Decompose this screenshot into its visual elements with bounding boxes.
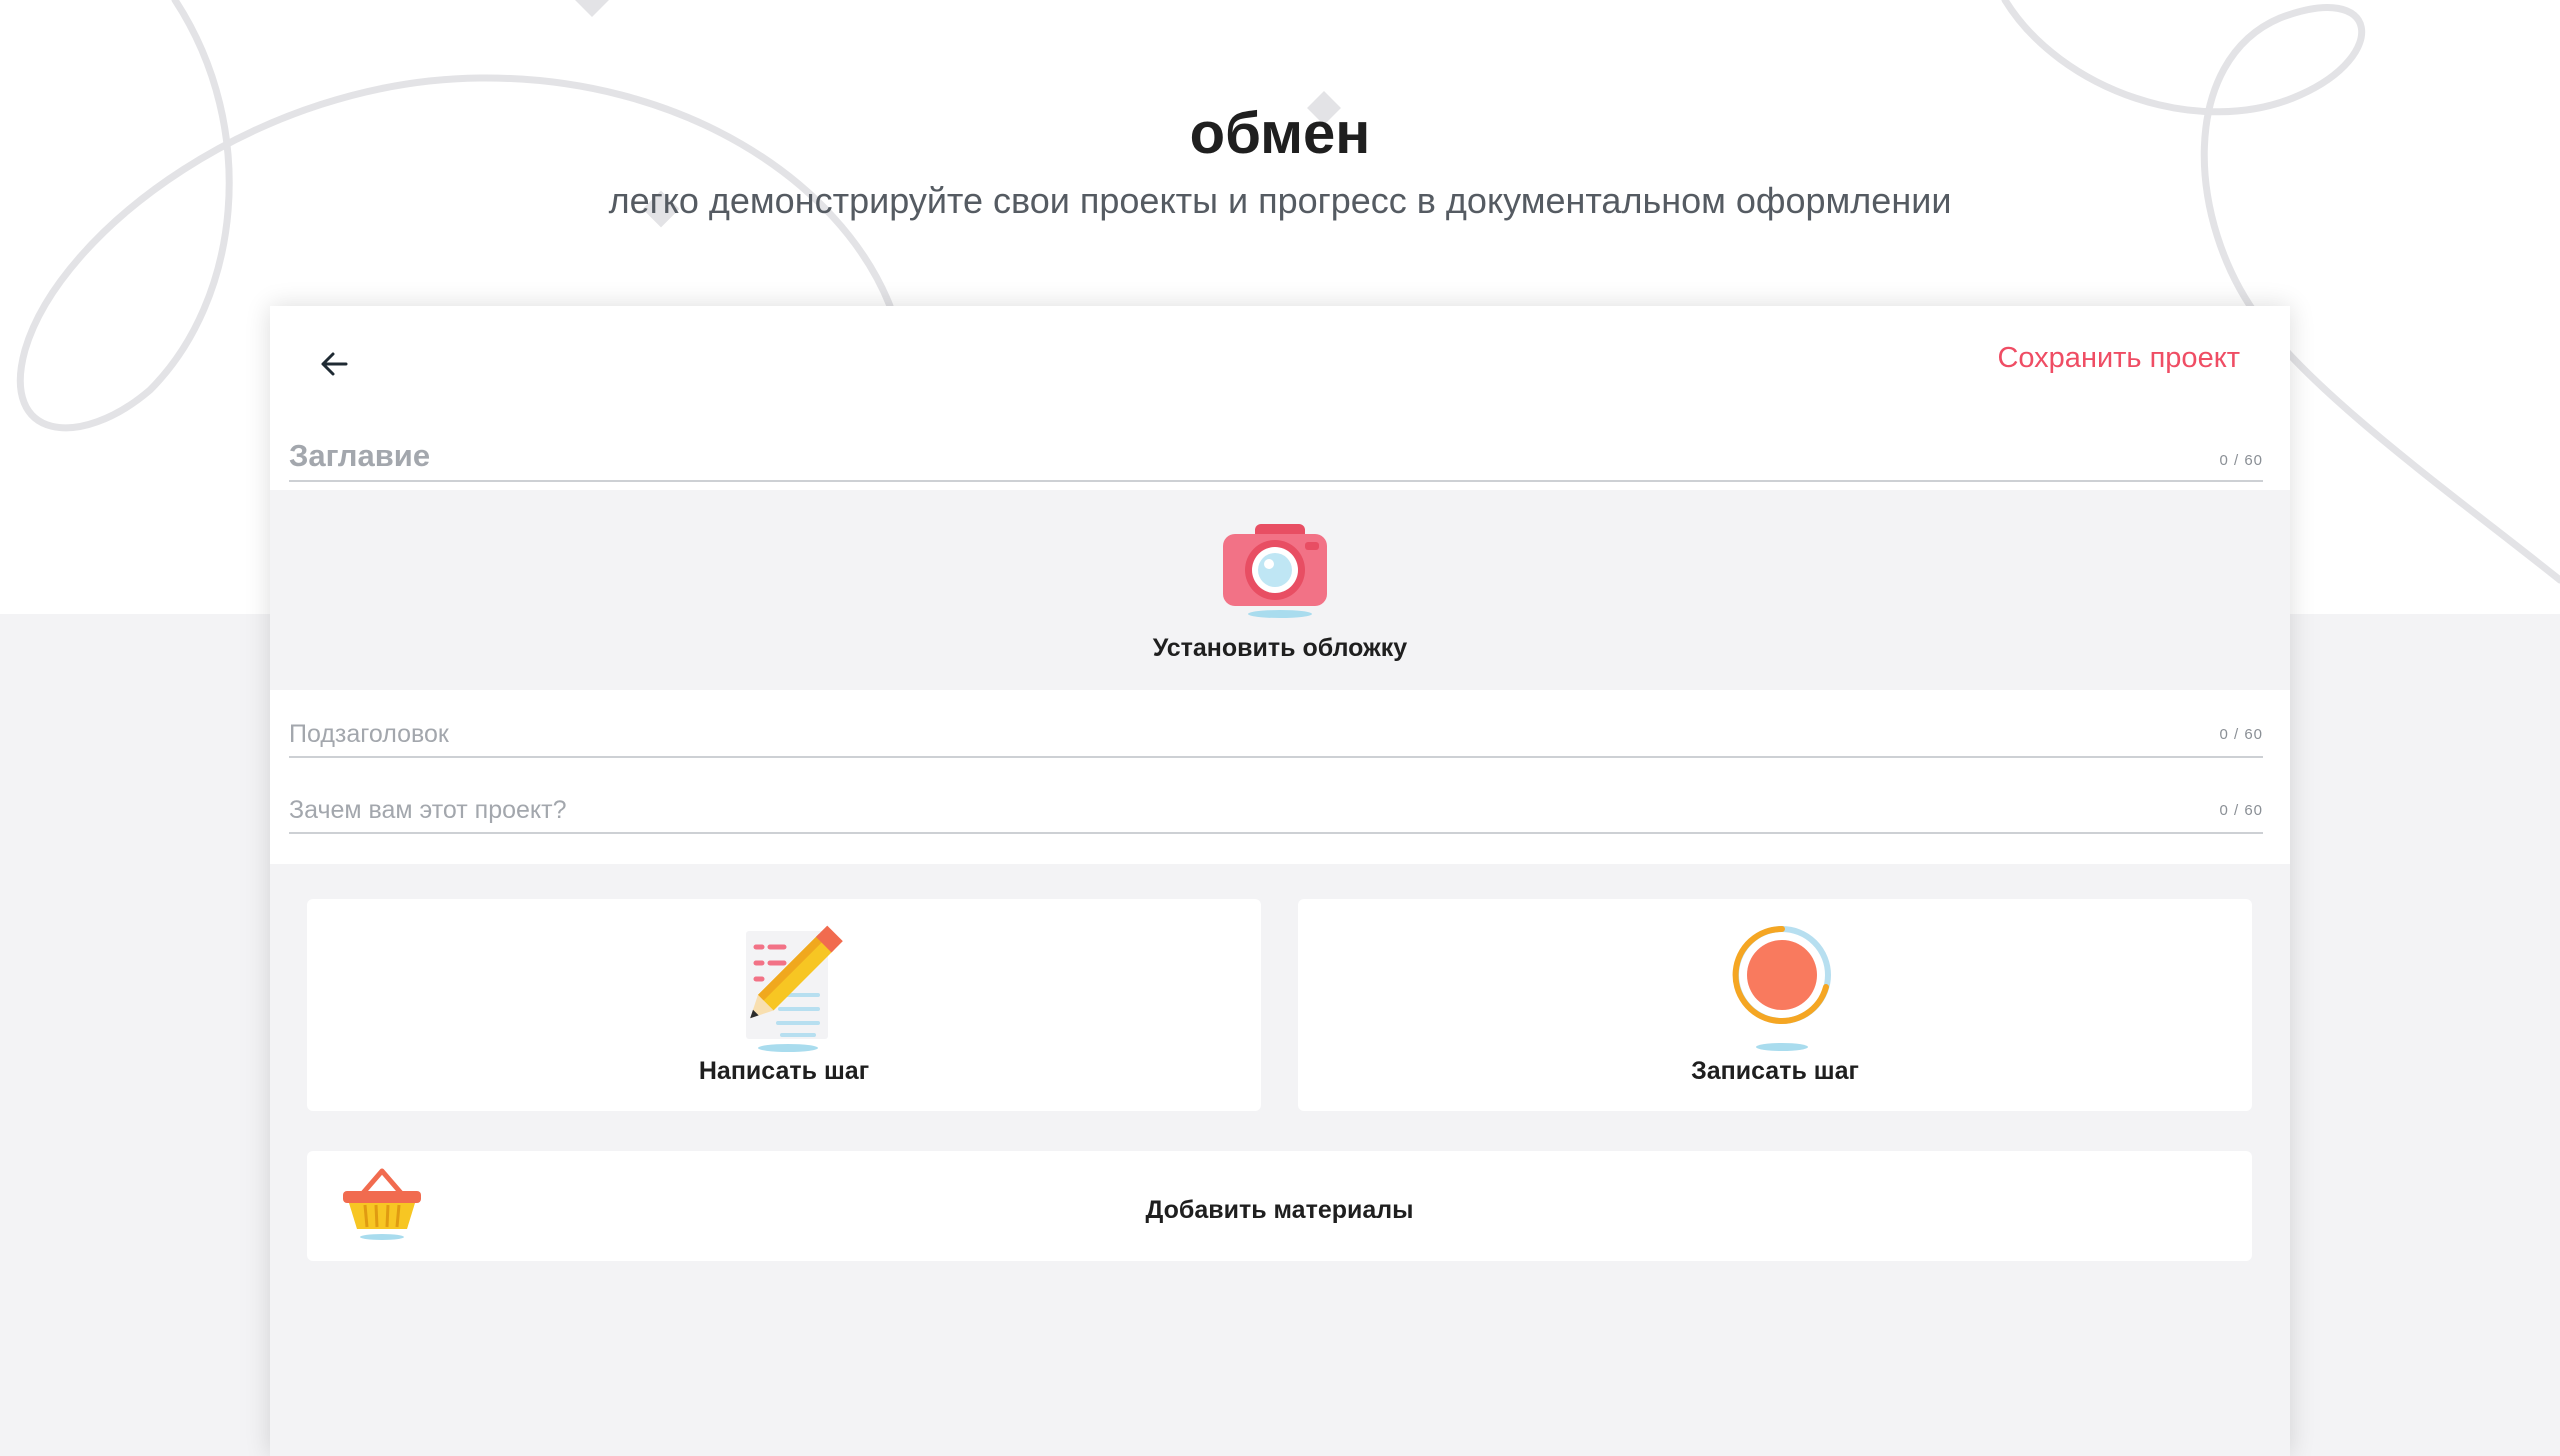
subtitle-char-counter: 0 / 60 xyxy=(2219,726,2263,743)
subtitle-placeholder: Подзаголовок xyxy=(289,720,449,748)
record-step-label: Записать шаг xyxy=(1691,1057,1859,1085)
camera-icon xyxy=(1223,524,1327,618)
why-project-placeholder: Зачем вам этот проект? xyxy=(289,796,567,824)
write-step-label: Написать шаг xyxy=(698,1057,870,1085)
set-cover-label: Установить обложку xyxy=(1152,634,1408,662)
add-materials-button[interactable]: Добавить материалы xyxy=(307,1151,2252,1261)
record-icon xyxy=(1732,925,1831,1051)
save-project-button[interactable]: Сохранить проект xyxy=(1997,342,2240,375)
title-placeholder: Заглавие xyxy=(289,438,431,473)
record-step-button[interactable]: Записать шаг xyxy=(1298,899,2252,1111)
subtitle-field[interactable]: Подзаголовок 0 / 60 xyxy=(289,712,2263,758)
pencil-notes-icon xyxy=(746,925,843,1052)
page-title: обмен xyxy=(1189,101,1371,166)
arrow-left-icon xyxy=(321,352,348,376)
project-editor-card: Сохранить проект Заглавие 0 / 60 Установ… xyxy=(270,306,2290,1456)
title-char-counter: 0 / 60 xyxy=(2219,452,2263,469)
why-project-char-counter: 0 / 60 xyxy=(2219,802,2263,819)
back-button[interactable] xyxy=(306,336,362,392)
add-materials-label: Добавить материалы xyxy=(1145,1196,1414,1224)
title-field[interactable]: Заглавие 0 / 60 xyxy=(289,428,2263,482)
details-section: Подзаголовок 0 / 60 Зачем вам этот проек… xyxy=(270,690,2290,864)
why-project-field[interactable]: Зачем вам этот проект? 0 / 60 xyxy=(289,788,2263,834)
page-subtitle: легко демонстрируйте свои проекты и прог… xyxy=(608,180,1952,221)
write-step-button[interactable]: Написать шаг xyxy=(307,899,1261,1111)
